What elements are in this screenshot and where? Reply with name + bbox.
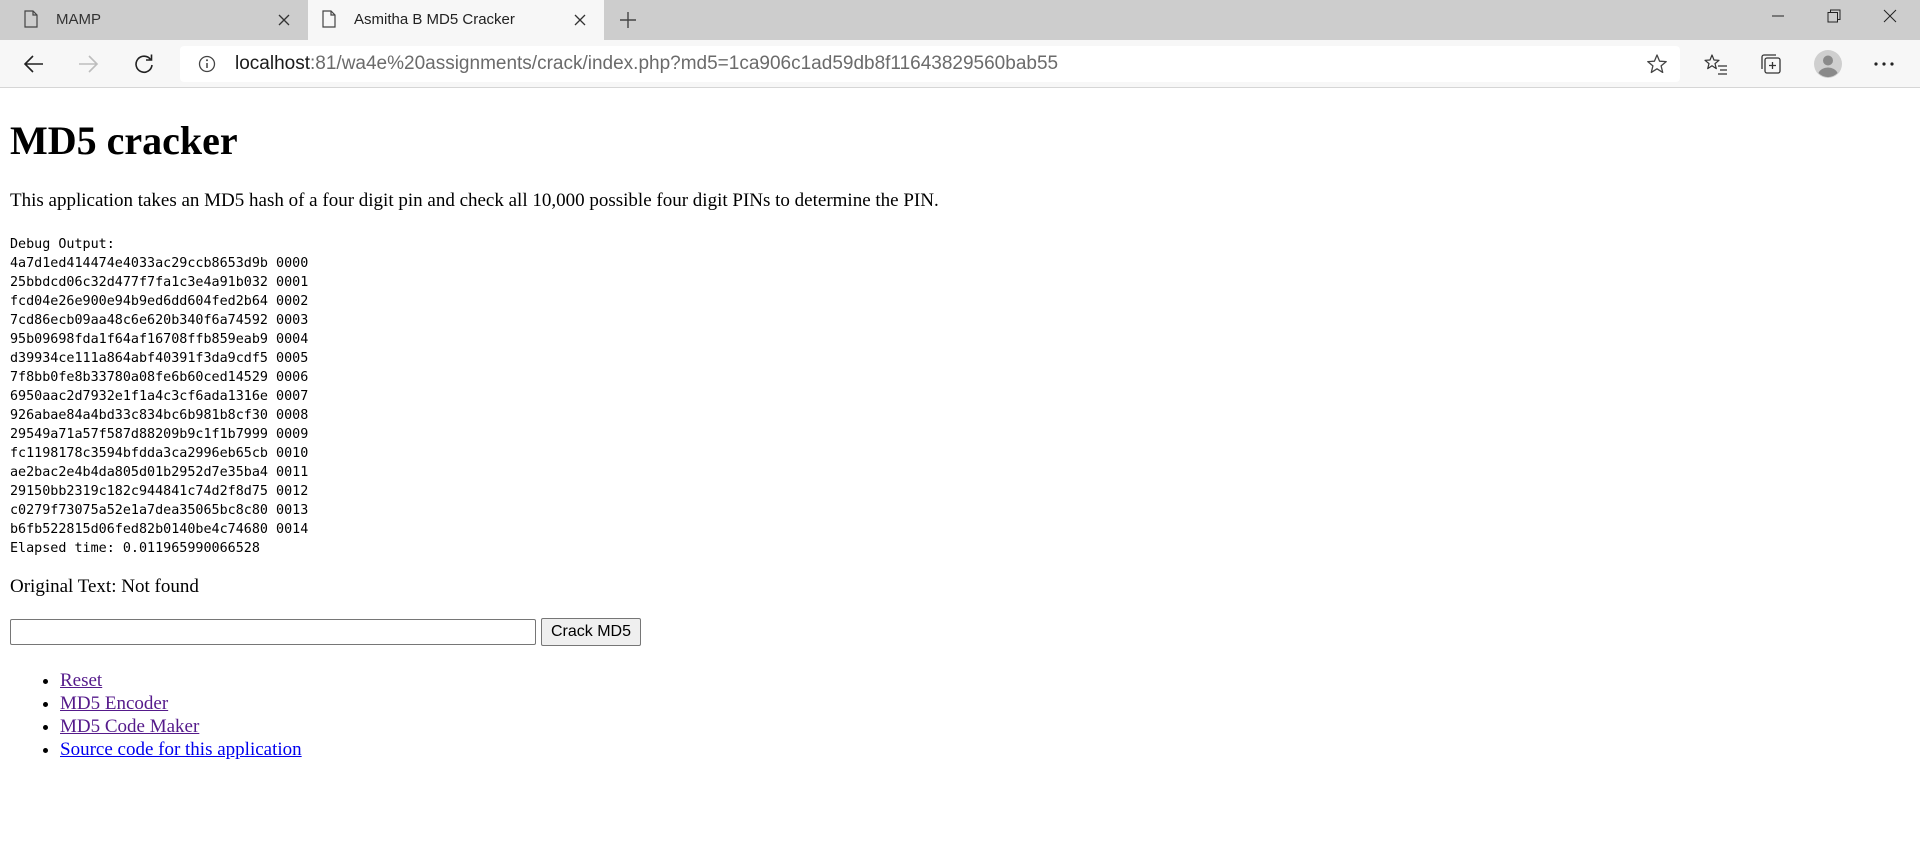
avatar-icon <box>1814 50 1842 78</box>
close-icon[interactable] <box>274 10 294 30</box>
debug-line: 6950aac2d7932e1f1a4c3cf6ada1316e 0007 <box>10 389 309 404</box>
tab-title: Asmitha B MD5 Cracker <box>354 11 515 28</box>
restore-button[interactable] <box>1806 0 1862 32</box>
more-icon <box>1874 62 1894 66</box>
plus-icon <box>620 12 636 28</box>
list-item: MD5 Code Maker <box>60 715 1910 738</box>
url-path: :81/wa4e%20assignments/crack/index.php?m… <box>310 53 1059 74</box>
debug-line: 7cd86ecb09aa48c6e620b340f6a74592 0003 <box>10 313 309 328</box>
list-item: Source code for this application <box>60 738 1910 761</box>
close-window-button[interactable] <box>1862 0 1918 32</box>
debug-line: fcd04e26e900e94b9ed6dd604fed2b64 0002 <box>10 294 309 309</box>
debug-line: c0279f73075a52e1a7dea35065bc8c80 0013 <box>10 503 309 518</box>
debug-line: 29150bb2319c182c944841c74d2f8d75 0012 <box>10 484 309 499</box>
debug-line: d39934ce111a864abf40391f3da9cdf5 0005 <box>10 351 309 366</box>
crack-md5-button[interactable]: Crack MD5 <box>541 618 642 646</box>
back-button[interactable] <box>18 48 50 80</box>
page-content: MD5 cracker This application takes an MD… <box>10 88 1910 761</box>
debug-line: 4a7d1ed414474e4033ac29ccb8653d9b 0000 <box>10 256 309 271</box>
tab-bar: MAMP Asmitha B MD5 Cracker <box>0 0 1920 40</box>
tab-mamp[interactable]: MAMP <box>0 0 308 40</box>
intro-text: This application takes an MD5 hash of a … <box>10 190 939 211</box>
debug-line: b6fb522815d06fed82b0140be4c74680 0014 <box>10 522 309 537</box>
original-text-result: Original Text: Not found <box>10 576 199 597</box>
forward-button[interactable] <box>72 48 104 80</box>
debug-line: 7f8bb0fe8b33780a08fe6b60ced14529 0006 <box>10 370 309 385</box>
tab-md5-cracker[interactable]: Asmitha B MD5 Cracker <box>308 0 604 40</box>
debug-line: 926abae84a4bd33c834bc6b981b8cf30 0008 <box>10 408 309 423</box>
arrow-left-icon <box>23 55 43 73</box>
page-icon <box>322 10 336 28</box>
crack-form: Crack MD5 <box>10 618 1910 646</box>
md5-encoder-link[interactable]: MD5 Encoder <box>60 693 168 714</box>
debug-line: ae2bac2e4b4da805d01b2952d7e35ba4 0011 <box>10 465 309 480</box>
star-icon[interactable] <box>1646 53 1668 75</box>
new-tab-button[interactable] <box>614 6 642 34</box>
url-host: localhost <box>235 53 310 74</box>
page-icon <box>24 10 38 28</box>
more-button[interactable] <box>1868 48 1900 80</box>
md5-code-maker-link[interactable]: MD5 Code Maker <box>60 716 199 737</box>
list-item: MD5 Encoder <box>60 692 1910 715</box>
page-title: MD5 cracker <box>10 118 238 163</box>
close-icon <box>1883 9 1897 23</box>
list-item: Reset <box>60 669 1910 692</box>
debug-line: 29549a71a57f587d88209b9c1f1b7999 0009 <box>10 427 309 442</box>
collections-icon <box>1761 54 1781 74</box>
debug-output: Debug Output: 4a7d1ed414474e4033ac29ccb8… <box>10 235 1910 558</box>
refresh-button[interactable] <box>128 48 160 80</box>
arrow-right-icon <box>79 55 99 73</box>
favorites-button[interactable] <box>1700 48 1732 80</box>
profile-button[interactable] <box>1812 48 1844 80</box>
refresh-icon <box>135 54 153 74</box>
address-bar[interactable]: localhost:81/wa4e%20assignments/crack/in… <box>180 46 1680 82</box>
debug-header: Debug Output: <box>10 237 115 252</box>
favorites-icon <box>1704 54 1727 75</box>
navigation-bar: localhost:81/wa4e%20assignments/crack/in… <box>0 40 1920 88</box>
debug-line: fc1198178c3594bfdda3ca2996eb65cb 0010 <box>10 446 309 461</box>
tab-title: MAMP <box>56 11 101 28</box>
minimize-icon <box>1772 15 1784 17</box>
close-icon[interactable] <box>570 10 590 30</box>
restore-icon <box>1827 9 1841 23</box>
debug-line: 25bbdcd06c32d477f7fa1c3e4a91b032 0001 <box>10 275 309 290</box>
md5-input[interactable] <box>10 619 536 645</box>
info-icon[interactable] <box>198 55 216 73</box>
debug-line: 95b09698fda1f64af16708ffb859eab9 0004 <box>10 332 309 347</box>
url-text[interactable]: localhost:81/wa4e%20assignments/crack/in… <box>235 53 1058 75</box>
source-code-link[interactable]: Source code for this application <box>60 739 302 760</box>
minimize-button[interactable] <box>1750 0 1806 32</box>
reset-link[interactable]: Reset <box>60 670 102 691</box>
links-list: Reset MD5 Encoder MD5 Code Maker Source … <box>10 669 1910 761</box>
collections-button[interactable] <box>1755 48 1787 80</box>
elapsed-time: Elapsed time: 0.011965990066528 <box>10 541 260 556</box>
